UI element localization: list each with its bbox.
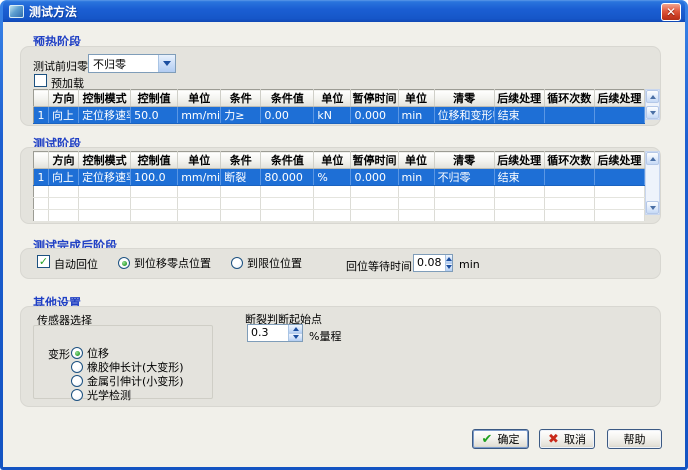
help-button[interactable]: 帮助 [607, 429, 662, 449]
scroll-up-button[interactable] [646, 152, 659, 165]
radio-icon [231, 257, 243, 269]
spinner-buttons[interactable] [445, 255, 453, 271]
test-row-1[interactable]: 1向上定位移速率100.0mm/min断裂80.000%0.000min不归零结… [34, 169, 645, 186]
spin-up-button[interactable] [446, 255, 453, 264]
radio-icon [71, 347, 83, 359]
preheat-row-1[interactable]: 1向上定位移速率50.0mm/min力≥0.00kN0.000min位移和变形归… [34, 107, 645, 124]
scroll-up-button[interactable] [646, 90, 659, 103]
radio-icon [71, 375, 83, 387]
zero-before-test-select[interactable]: 不归零 [88, 54, 176, 73]
break-judge-start-value: 0.3 [248, 325, 288, 341]
zero-before-test-value: 不归零 [89, 56, 158, 72]
preheat-header-row: 方向控制模式控制值单位条件条件值单位暂停时间单位清零后续处理循环次数后续处理 [34, 90, 645, 107]
arrow-up-icon [293, 327, 299, 331]
return-wait-time-value: 0.08 [414, 255, 445, 271]
radio-icon [118, 257, 130, 269]
test-header-row: 方向控制模式控制值单位条件条件值单位暂停时间单位清零后续处理循环次数后续处理 [34, 152, 645, 169]
return-wait-time-spinner[interactable]: 0.08 [413, 254, 453, 272]
title-bar: 测试方法 ✕ [3, 0, 685, 22]
test-empty-row[interactable] [34, 186, 645, 198]
ok-button[interactable]: ✔ 确定 [472, 429, 529, 449]
close-button[interactable]: ✕ [661, 3, 681, 21]
dialog-window: 测试方法 ✕ 预热阶段 测试前归零 不归零 预加载 方向控制模式控制值单位条件条… [0, 0, 688, 470]
close-icon: ✕ [666, 5, 676, 19]
cancel-button[interactable]: ✖ 取消 [539, 429, 595, 449]
spinner-buttons[interactable] [288, 325, 302, 341]
spin-down-button[interactable] [446, 264, 453, 272]
test-empty-row[interactable] [34, 198, 645, 210]
arrow-down-icon [650, 111, 656, 115]
help-button-label: 帮助 [624, 431, 646, 447]
check-icon: ✓ [39, 256, 48, 267]
radio-to-limit-label: 到限位位置 [247, 255, 302, 271]
spin-up-button[interactable] [289, 325, 302, 334]
preload-checkbox[interactable] [34, 74, 47, 87]
radio-to-zero-position[interactable]: 到位移零点位置 [118, 255, 211, 271]
return-wait-time-unit: min [459, 258, 480, 271]
return-wait-time-label: 回位等待时间 [346, 258, 412, 274]
cancel-button-label: 取消 [564, 431, 586, 447]
panel-after [20, 248, 661, 279]
app-icon [9, 5, 24, 18]
arrow-up-icon [650, 157, 656, 161]
auto-return-label: 自动回位 [54, 256, 98, 272]
scroll-down-button[interactable] [646, 106, 659, 119]
arrow-down-icon [650, 206, 656, 210]
arrow-up-icon [446, 257, 452, 261]
arrow-down-icon [293, 335, 299, 339]
break-judge-start-spinner[interactable]: 0.3 [247, 324, 303, 342]
ok-button-label: 确定 [497, 431, 519, 447]
preheat-table: 方向控制模式控制值单位条件条件值单位暂停时间单位清零后续处理循环次数后续处理 1… [33, 89, 645, 124]
radio-to-limit-position[interactable]: 到限位位置 [231, 255, 302, 271]
radio-optical-detection[interactable]: 光学检测 [71, 387, 131, 403]
radio-icon [71, 389, 83, 401]
test-empty-row[interactable] [34, 210, 645, 222]
preheat-table-scrollbar[interactable] [645, 89, 660, 120]
ok-check-icon: ✔ [482, 433, 493, 446]
dialog-body: 预热阶段 测试前归零 不归零 预加载 方向控制模式控制值单位条件条件值单位暂停时… [3, 22, 685, 467]
break-judge-start-unit: %量程 [309, 328, 341, 344]
combo-dropdown-button[interactable] [158, 55, 175, 72]
window-title: 测试方法 [29, 3, 77, 20]
cancel-x-icon: ✖ [548, 433, 559, 446]
arrow-up-icon [650, 95, 656, 99]
radio-optical-detection-label: 光学检测 [87, 387, 131, 403]
auto-return-checkbox[interactable]: ✓ [37, 255, 50, 268]
zero-before-test-label: 测试前归零 [33, 58, 88, 74]
chevron-down-icon [163, 61, 171, 66]
test-table: 方向控制模式控制值单位条件条件值单位暂停时间单位清零后续处理循环次数后续处理 1… [33, 151, 645, 222]
radio-icon [71, 361, 83, 373]
test-table-scrollbar[interactable] [645, 151, 660, 215]
scroll-down-button[interactable] [646, 201, 659, 214]
radio-to-zero-label: 到位移零点位置 [134, 255, 211, 271]
spin-down-button[interactable] [289, 334, 302, 342]
arrow-down-icon [446, 265, 452, 269]
deform-label: 变形 [48, 346, 70, 362]
